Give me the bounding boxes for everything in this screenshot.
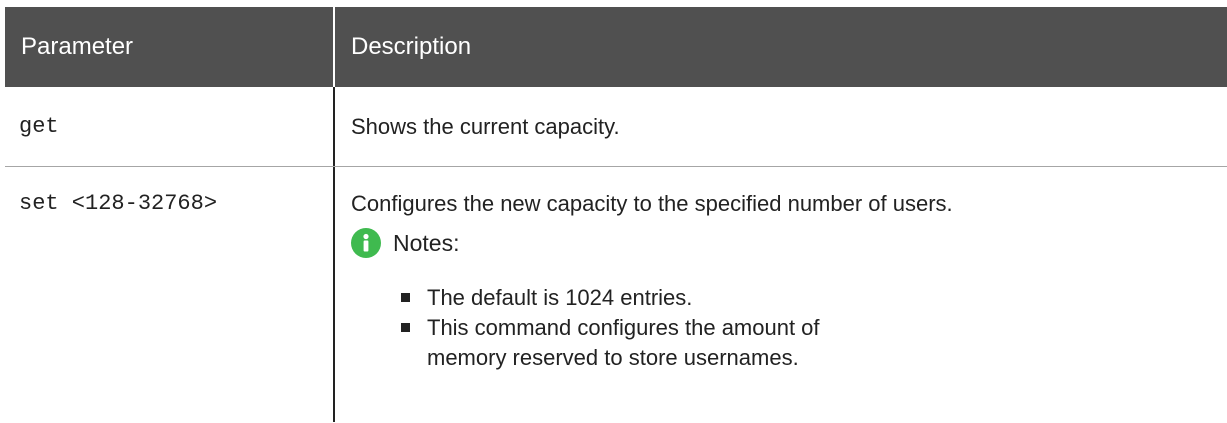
list-item: This command configures the amount of me…	[401, 313, 897, 373]
list-item: The default is 1024 entries.	[401, 283, 897, 313]
bullet-square-icon	[401, 293, 410, 302]
table-header: Parameter Description	[5, 7, 1227, 87]
notes-label: Notes:	[393, 229, 460, 256]
note-text: This command configures the amount of me…	[427, 315, 820, 370]
note-text: The default is 1024 entries.	[427, 285, 693, 310]
description-cell: Configures the new capacity to the speci…	[335, 167, 1227, 422]
notes-heading: Notes:	[351, 225, 1227, 261]
table-row: set <128-32768> Configures the new capac…	[5, 167, 1227, 422]
param-get: get	[19, 114, 59, 139]
param-cell: get	[5, 87, 335, 166]
notes-list: The default is 1024 entries. This comman…	[351, 283, 1227, 373]
description-set: Configures the new capacity to the speci…	[351, 191, 953, 216]
param-set: set <128-32768>	[19, 191, 218, 216]
parameter-table: Parameter Description get Shows the curr…	[5, 7, 1227, 422]
description-get: Shows the current capacity.	[351, 114, 620, 139]
description-cell: Shows the current capacity.	[335, 87, 1227, 166]
param-cell: set <128-32768>	[5, 167, 335, 422]
table-row: get Shows the current capacity.	[5, 87, 1227, 167]
bullet-square-icon	[401, 323, 410, 332]
header-description: Description	[351, 33, 472, 60]
header-parameter: Parameter	[5, 7, 335, 87]
info-icon	[351, 228, 381, 258]
